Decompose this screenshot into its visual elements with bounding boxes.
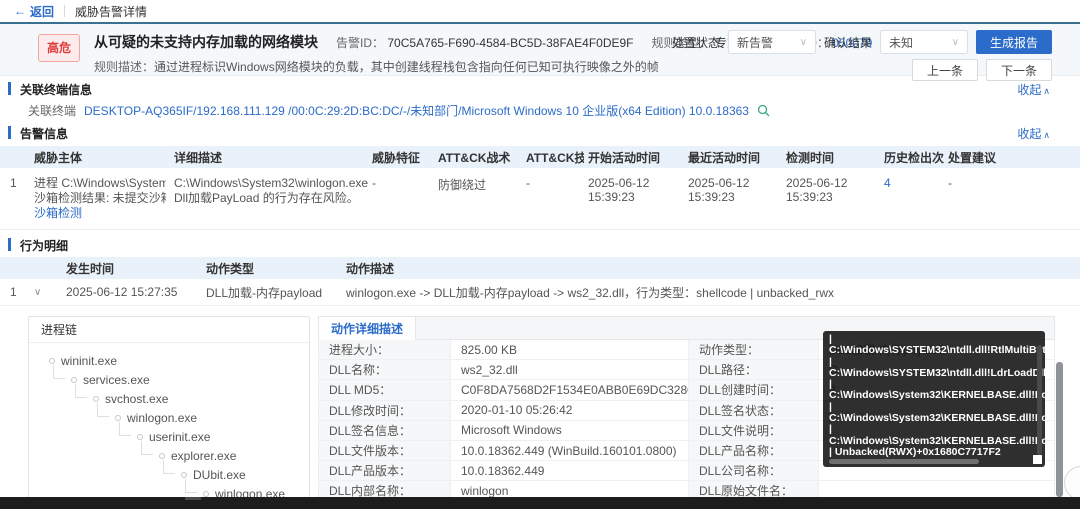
page-title: 威胁告警详情 xyxy=(75,4,148,19)
tooltip-vertical-scrollbar[interactable] xyxy=(1037,345,1042,455)
sandbox-detect-link[interactable]: 沙箱检测 xyxy=(34,206,166,221)
tree-connector xyxy=(185,479,197,493)
behavior-section-title: 行为明细 xyxy=(20,238,69,253)
chevron-up-icon: ∧ xyxy=(1043,129,1050,140)
alert-info-section: 告警信息 收起 ∧ 威胁主体 详细描述 威胁特征 ATT&CK战术 ATT&CK技… xyxy=(0,120,1080,230)
summary-actions: 处置状态 新告警 ∨ 确认结果 未知 ∨ 生成报告 上一条 下一条 xyxy=(671,30,1052,81)
tree-connector xyxy=(163,460,175,474)
node-dot-icon xyxy=(159,452,165,459)
alert-table: 威胁主体 详细描述 威胁特征 ATT&CK战术 ATT&CK技术 开始活动时间 … xyxy=(0,146,1080,230)
search-icon[interactable] xyxy=(757,104,770,117)
confirm-result-select[interactable]: 未知 ∨ xyxy=(879,30,968,54)
page-vertical-scrollbar[interactable] xyxy=(1056,362,1063,497)
tab-action-detail[interactable]: 动作详细描述 xyxy=(319,317,417,340)
alert-title: 从可疑的未支持内存加载的网络模块 xyxy=(94,34,319,50)
terminal-section-title: 关联终端信息 xyxy=(20,82,93,97)
tree-connector xyxy=(97,403,109,417)
tree-connector xyxy=(75,384,87,398)
alert-collapse-link[interactable]: 收起 ∧ xyxy=(1017,125,1050,142)
node-dot-icon xyxy=(49,357,55,364)
tree-connector xyxy=(141,441,153,455)
process-node[interactable]: DUbit.exe xyxy=(43,460,309,484)
confirm-result-label: 确认结果 xyxy=(823,35,872,50)
process-chain-title: 进程链 xyxy=(29,317,309,343)
process-chain-panel: 进程链 wininit.exe services.exe svchost.exe… xyxy=(28,316,310,509)
tooltip-scroll-corner xyxy=(1033,455,1042,464)
behavior-table-row: 1 ∨ 2025-06-12 15:27:35 DLL加载-内存payload … xyxy=(0,279,1080,306)
process-node[interactable]: winlogon.exe xyxy=(43,403,309,427)
chevron-down-icon: ∨ xyxy=(951,36,959,48)
threat-alert-detail-page: ← 返回 威胁告警详情 高危 从可疑的未支持内存加载的网络模块 告警ID： 70… xyxy=(0,0,1080,509)
behavior-section: 行为明细 发生时间 动作类型 动作描述 1 ∨ 2025-06-12 15:27… xyxy=(0,230,1080,306)
history-count-link[interactable]: 4 xyxy=(880,176,944,190)
chevron-up-icon: ∧ xyxy=(1043,85,1050,96)
process-node[interactable]: svchost.exe xyxy=(43,384,309,408)
node-dot-icon xyxy=(137,433,143,440)
bottom-taskbar xyxy=(0,497,1080,509)
back-arrow-icon: ← xyxy=(14,4,26,18)
process-tree: wininit.exe services.exe svchost.exe win… xyxy=(29,343,309,509)
tree-connector xyxy=(53,365,65,379)
node-dot-icon xyxy=(71,376,77,383)
dispose-status-label: 处置状态 xyxy=(671,35,720,50)
top-bar: ← 返回 威胁告警详情 xyxy=(0,0,1080,24)
terminal-value-link[interactable]: DESKTOP-AQ365IF/192.168.111.129 /00:0C:2… xyxy=(84,102,749,119)
process-node[interactable]: wininit.exe xyxy=(43,351,309,370)
taskbar-handle xyxy=(185,497,201,500)
terminal-label: 关联终端 xyxy=(28,103,77,118)
summary-main: 从可疑的未支持内存加载的网络模块 告警ID： 70C5A765-F690-458… xyxy=(94,30,872,74)
detail-desc-cell: C:\Windows\System32\winlogon.exe Dll加载Pa… xyxy=(174,176,369,205)
node-dot-icon xyxy=(203,490,209,497)
alert-section-title: 告警信息 xyxy=(20,126,69,141)
row-expand-chevron-icon[interactable]: ∨ xyxy=(30,287,62,298)
alert-table-row: 1 进程 C:\Windows\System32\winlo... 沙箱检测结果… xyxy=(0,168,1080,230)
call-stack-tooltip: | C:\Windows\SYSTEM32\ntdll.dll!RtlMulti… xyxy=(823,331,1045,467)
back-label: 返回 xyxy=(30,4,55,19)
alert-id: 告警ID： 70C5A765-F690-4584-BC5D-38FAE4F0DE… xyxy=(336,35,634,50)
alert-summary-card: 高危 从可疑的未支持内存加载的网络模块 告警ID： 70C5A765-F690-… xyxy=(0,24,1080,81)
behavior-table-header: 发生时间 动作类型 动作描述 xyxy=(0,257,1080,279)
node-dot-icon xyxy=(115,414,121,421)
rule-description: 规则描述：通过进程标识Windows网络模块的负载，其中创建线程栈包含指向任何已… xyxy=(94,60,658,74)
alert-table-header: 威胁主体 详细描述 威胁特征 ATT&CK战术 ATT&CK技术 开始活动时间 … xyxy=(0,146,1080,168)
dispose-status-select[interactable]: 新告警 ∨ xyxy=(727,30,816,54)
next-button[interactable]: 下一条 xyxy=(985,59,1052,81)
terminal-collapse-link[interactable]: 收起 ∧ xyxy=(1017,81,1050,98)
node-dot-icon xyxy=(93,395,99,402)
previous-button[interactable]: 上一条 xyxy=(911,59,978,81)
generate-report-button[interactable]: 生成报告 xyxy=(975,30,1052,54)
back-button[interactable]: ← 返回 xyxy=(14,3,54,20)
process-node[interactable]: explorer.exe xyxy=(43,441,309,465)
threat-subject-cell: 进程 C:\Windows\System32\winlo... 沙箱检测结果: … xyxy=(34,176,166,221)
divider xyxy=(64,5,66,17)
tree-connector xyxy=(119,422,131,436)
process-node[interactable]: userinit.exe xyxy=(43,422,309,446)
terminal-section: 关联终端信息 收起 ∧ 关联终端 DESKTOP-AQ365IF/192.168.… xyxy=(0,76,1080,120)
severity-badge: 高危 xyxy=(38,34,81,62)
tooltip-horizontal-scrollbar[interactable] xyxy=(829,459,979,464)
chevron-down-icon: ∨ xyxy=(799,36,807,48)
node-dot-icon xyxy=(181,471,187,478)
